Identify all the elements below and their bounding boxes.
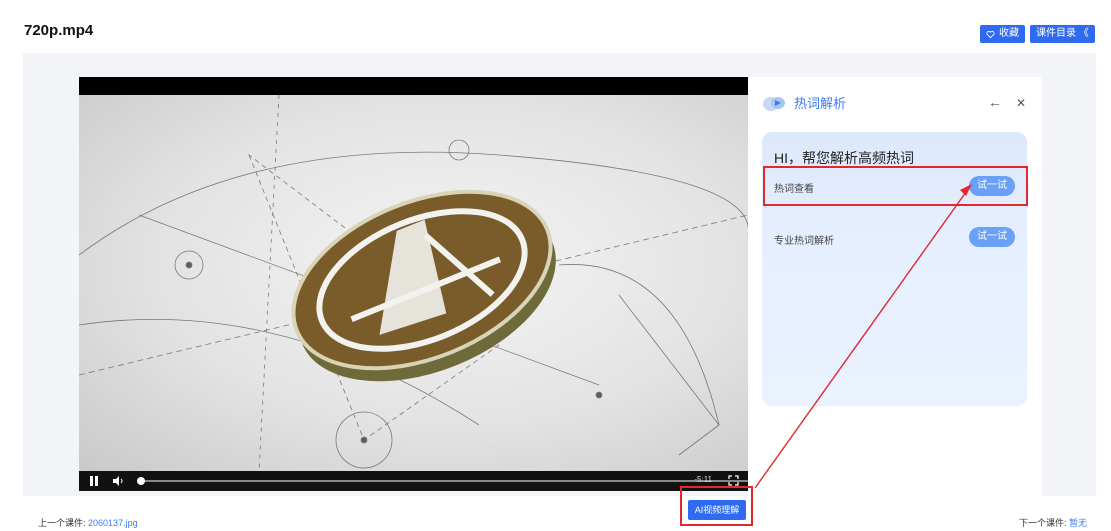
prev-courseware: 上一个课件: 2060137.jpg [38,516,138,529]
video-frame [79,95,748,472]
close-icon[interactable]: ✕ [1016,96,1026,110]
ai-video-understanding-button[interactable]: AI视频理解 [688,500,746,520]
hotword-panel: 热词解析 ← ✕ HI，帮您解析高频热词 热词查看 试一试 专业热词解析 试一试 [748,77,1042,497]
favorite-button[interactable]: 收藏 [980,25,1025,43]
panel-title: 热词解析 [794,96,847,111]
page-title: 720p.mp4 [24,22,94,39]
favorite-label: 收藏 [999,28,1019,39]
progress-bar[interactable] [137,477,748,485]
prev-label: 上一个课件: [38,518,86,528]
next-label: 下一个课件: [1018,518,1067,528]
time-remaining: -5:11 [694,475,712,484]
video-artwork [79,95,748,472]
prev-courseware-link[interactable]: 2060137.jpg [88,518,138,528]
volume-icon[interactable] [112,475,124,487]
row-label-hotword-view: 热词查看 [774,184,814,195]
catalog-label: 课件目录 《 [1036,28,1089,39]
row-label-pro-hotword: 专业热词解析 [774,236,834,247]
fullscreen-icon[interactable] [728,475,739,486]
video-controls: -5:11 [79,471,748,491]
card-greeting: HI，帮您解析高频热词 [774,150,914,166]
heart-icon [986,30,995,38]
video-player[interactable]: -5:11 [79,77,748,491]
try-button-hotword-view[interactable]: 试一试 [969,176,1015,196]
next-courseware: 下一个课件: 暂无 [1019,516,1087,529]
catalog-button[interactable]: 课件目录 《 [1030,25,1095,43]
hotword-card: HI，帮您解析高频热词 热词查看 试一试 专业热词解析 试一试 [762,132,1027,406]
progress-handle[interactable] [137,477,145,485]
back-arrow-icon[interactable]: ← [988,94,1002,110]
next-courseware-link[interactable]: 暂无 [1069,518,1087,528]
try-button-pro-hotword[interactable]: 试一试 [969,227,1015,247]
panel-header: 热词解析 [762,93,846,112]
pause-icon[interactable] [89,475,99,487]
cloud-logo-icon [763,96,785,111]
